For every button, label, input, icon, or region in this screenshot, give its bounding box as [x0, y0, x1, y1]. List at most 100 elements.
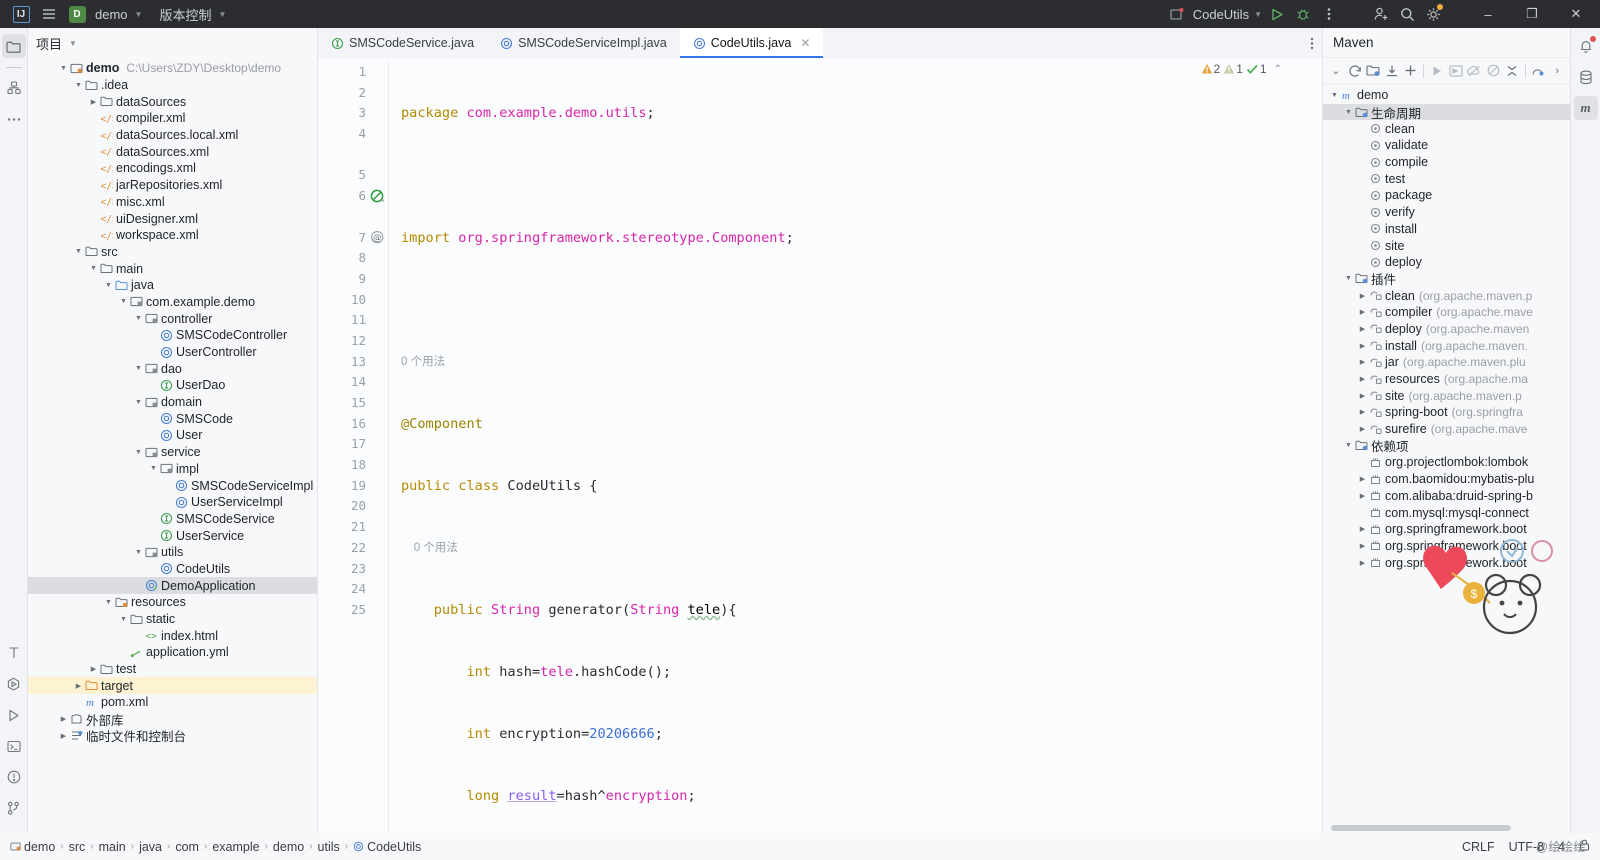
project-tree-item-static[interactable]: ▼ static: [28, 611, 317, 628]
maven-tree-item-install[interactable]: ▶ install (org.apache.maven.: [1323, 337, 1570, 354]
run-icon[interactable]: [1264, 1, 1290, 27]
chevron-right-icon[interactable]: ▶: [1357, 325, 1368, 333]
maven-tree-item-site[interactable]: ▶ site (org.apache.maven.p: [1323, 387, 1570, 404]
chevron-right-icon[interactable]: ▶: [73, 682, 84, 690]
gutter-line-5[interactable]: 5: [318, 165, 388, 186]
maven-tree-item-resources[interactable]: ▶ resources (org.apache.ma: [1323, 371, 1570, 388]
chevron-right-icon[interactable]: ▶: [58, 732, 69, 740]
project-tree-item-test[interactable]: ▶ test: [28, 661, 317, 678]
project-tree-item-demo[interactable]: ▼ demo C:\Users\ZDY\Desktop\demo: [28, 60, 317, 77]
minimize-window-button[interactable]: –: [1466, 0, 1510, 28]
chevron-down-icon[interactable]: ▼: [133, 549, 144, 556]
breadcrumb[interactable]: demo › src › main › java › com › example › demo › util…: [10, 840, 421, 854]
code-content[interactable]: package com.example.demo.utils; import o…: [388, 58, 1310, 833]
editor-tabs-more-vertical-icon[interactable]: [1310, 28, 1322, 58]
collapse-all-icon[interactable]: [1503, 61, 1521, 80]
chevron-down-icon[interactable]: ▼: [73, 248, 84, 255]
maven-horizontal-scrollbar[interactable]: [1331, 825, 1511, 831]
project-tool-window[interactable]: [1, 34, 26, 58]
chevron-down-icon[interactable]: ▼: [1343, 442, 1354, 449]
project-tree-item-userservice[interactable]: UserService: [28, 527, 317, 544]
editor-scrollbar[interactable]: [1310, 58, 1322, 833]
breadcrumb-item-java[interactable]: java: [139, 840, 162, 854]
maven-tree-item-verify[interactable]: verify: [1323, 204, 1570, 221]
chevron-down-icon[interactable]: ▼: [133, 399, 144, 406]
terminal-tool-window[interactable]: [2, 734, 26, 758]
chevron-right-icon[interactable]: ▶: [88, 665, 99, 673]
project-tree-item-smscodecontroller[interactable]: SMSCodeController: [28, 327, 317, 344]
maven-tree-item-test[interactable]: test: [1323, 170, 1570, 187]
maven-tree-item-deploy[interactable]: ▶ deploy (org.apache.maven: [1323, 321, 1570, 338]
chevron-down-icon[interactable]: ▼: [133, 449, 144, 456]
chevron-right-icon[interactable]: ▶: [1357, 392, 1368, 400]
chevron-right-icon[interactable]: ▶: [88, 98, 99, 106]
project-tree-item-compiler-xml[interactable]: </>compiler.xml: [28, 110, 317, 127]
editor-gutter[interactable]: 1 2 3 4 5 6 7 @8 9 10 11 12 13 14 15 16 17 18 19 20 21 22 23 24…: [318, 58, 388, 833]
chevron-right-icon[interactable]: ▶: [1357, 559, 1368, 567]
gutter-line-7[interactable]: 7 @: [318, 228, 388, 249]
chevron-right-icon[interactable]: ▶: [1357, 475, 1368, 483]
chevron-right-icon[interactable]: ▶: [1357, 542, 1368, 550]
project-tree-item-misc-xml[interactable]: </>misc.xml: [28, 194, 317, 211]
breadcrumb-item-src[interactable]: src: [69, 840, 86, 854]
project-tree-item-uidesigner-xml[interactable]: </>uiDesigner.xml: [28, 210, 317, 227]
chevron-down-icon[interactable]: ▼: [1343, 109, 1354, 116]
usage-hint[interactable]: 0 个用法: [389, 538, 1310, 559]
gutter-line-9[interactable]: 9: [318, 269, 388, 290]
chevron-down-icon[interactable]: ▼: [1329, 92, 1340, 99]
project-tree-item-index-html[interactable]: <> index.html: [28, 627, 317, 644]
gutter-line-11[interactable]: 11: [318, 310, 388, 331]
breadcrumb-item-example[interactable]: example: [212, 840, 259, 854]
intellij-logo-icon[interactable]: IJ: [8, 1, 34, 27]
maven-tree-item-jar[interactable]: ▶ jar (org.apache.maven.plu: [1323, 354, 1570, 371]
gutter-line-25[interactable]: 25: [318, 600, 388, 621]
maven-tree-item-com-baomidou-mybatis-plu[interactable]: ▶ com.baomidou:mybatis-plu: [1323, 471, 1570, 488]
gutter-hint-row[interactable]: [318, 207, 388, 228]
chevron-down-icon[interactable]: ▼: [88, 265, 99, 272]
project-tree-item-workspace-xml[interactable]: </>workspace.xml: [28, 227, 317, 244]
gutter-line-4[interactable]: 4: [318, 124, 388, 145]
breadcrumb-item-demo[interactable]: demo: [273, 840, 304, 854]
editor-tab-smscodeserviceimpl-java[interactable]: SMSCodeServiceImpl.java: [487, 28, 680, 58]
chevron-up-icon[interactable]: ⌃: [1274, 64, 1282, 75]
gutter-line-14[interactable]: 14: [318, 372, 388, 393]
run-configuration-label[interactable]: CodeUtils: [1190, 7, 1252, 22]
dependencies-icon[interactable]: [1530, 61, 1548, 80]
add-folder-icon[interactable]: [1364, 61, 1382, 80]
project-panel-header[interactable]: 项目 ▼: [28, 28, 317, 58]
gutter-line-8[interactable]: 8: [318, 248, 388, 269]
project-tree-item-impl[interactable]: ▼ impl: [28, 461, 317, 478]
maven-tree-item-compile[interactable]: compile: [1323, 154, 1570, 171]
chevron-down-icon[interactable]: ▼: [73, 82, 84, 89]
project-tree-item-dao[interactable]: ▼ dao: [28, 360, 317, 377]
gutter-line-20[interactable]: 20: [318, 496, 388, 517]
version-control-menu[interactable]: 版本控制: [156, 5, 214, 24]
gutter-line-24[interactable]: 24: [318, 579, 388, 600]
project-tree-item-domain[interactable]: ▼ domain: [28, 394, 317, 411]
run-tool-window[interactable]: [2, 703, 26, 727]
project-tree-item-com-example-demo[interactable]: ▼ com.example.demo: [28, 294, 317, 311]
gutter-line-15[interactable]: 15: [318, 393, 388, 414]
chevron-down-icon[interactable]: ▼: [133, 315, 144, 322]
problems-tool-window[interactable]: [2, 765, 26, 789]
editor-tab-smscodeservice-java[interactable]: SMSCodeService.java: [318, 28, 487, 58]
chevron-right-icon[interactable]: ▶: [1357, 492, 1368, 500]
project-tree-item-java[interactable]: ▼ java: [28, 277, 317, 294]
maven-tool-window[interactable]: m: [1573, 96, 1598, 120]
maven-project-tree[interactable]: ▼ m demo ▼ 生命周期 clean validate compile test packa…: [1323, 84, 1570, 833]
chevron-right-icon[interactable]: ›: [1548, 61, 1566, 80]
close-window-button[interactable]: ✕: [1554, 0, 1598, 28]
project-tree-item-utils[interactable]: ▼ utils: [28, 544, 317, 561]
refresh-icon[interactable]: [1346, 61, 1364, 80]
breadcrumb-item-main[interactable]: main: [99, 840, 126, 854]
maven-tree-item-site[interactable]: site: [1323, 237, 1570, 254]
project-tree-item-datasources-xml[interactable]: </>dataSources.xml: [28, 143, 317, 160]
inspection-widget[interactable]: 2 1 1 ⌃: [1201, 62, 1282, 76]
add-user-icon[interactable]: [1368, 1, 1394, 27]
more-tool-windows-icon[interactable]: [2, 107, 26, 131]
project-tree-item-controller[interactable]: ▼ controller: [28, 310, 317, 327]
gutter-hint-row[interactable]: [318, 145, 388, 166]
chevron-down-icon[interactable]: ▼: [1343, 275, 1354, 282]
maven-tree-item-compiler[interactable]: ▶ compiler (org.apache.mave: [1323, 304, 1570, 321]
chevron-right-icon[interactable]: ▶: [58, 715, 69, 723]
